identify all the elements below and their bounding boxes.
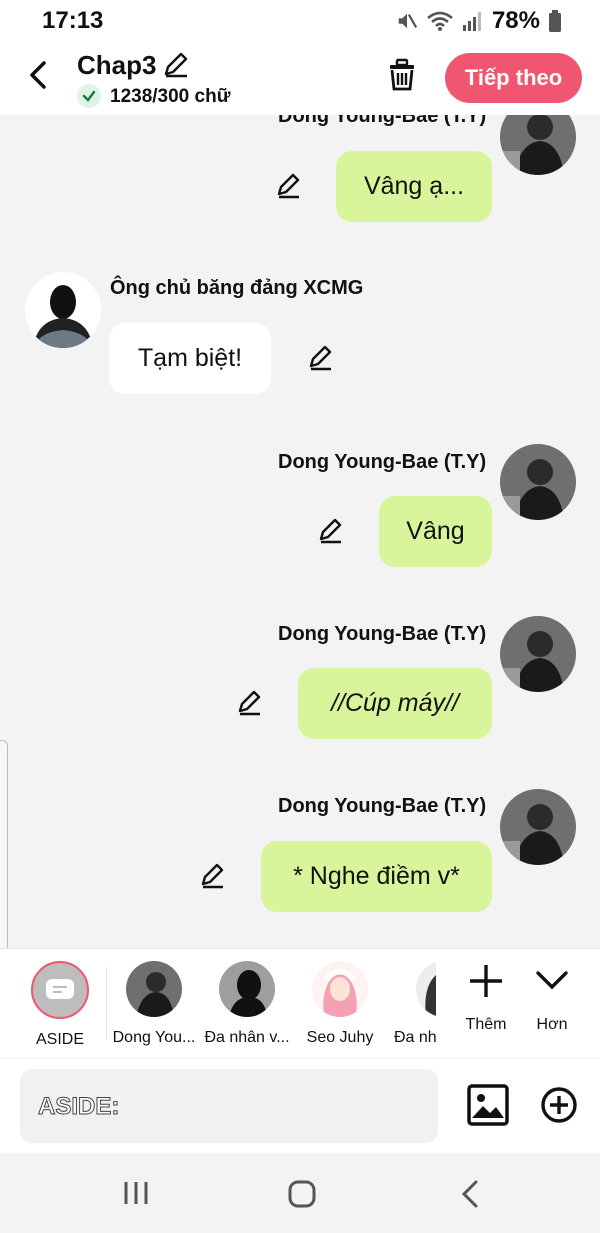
character-label: Dong You... xyxy=(112,1029,196,1046)
back-nav-icon[interactable] xyxy=(458,1179,482,1209)
top-app-bar: Chap3 1238/300 chữ Tiếp theo xyxy=(0,40,600,115)
add-character-button[interactable]: Thêm xyxy=(456,961,516,1034)
character-partial[interactable]: Đa nh xyxy=(388,961,436,1047)
add-label: Thêm xyxy=(465,1016,507,1033)
edit-title-icon[interactable] xyxy=(160,50,190,80)
status-time: 17:13 xyxy=(42,7,104,34)
add-circle-icon[interactable] xyxy=(540,1086,578,1124)
avatar[interactable] xyxy=(500,789,576,865)
wifi-icon xyxy=(427,11,453,31)
avatar[interactable] xyxy=(500,616,576,692)
edit-message-icon[interactable] xyxy=(306,344,334,372)
more-button[interactable]: Hơn xyxy=(522,961,582,1034)
image-icon[interactable] xyxy=(467,1084,509,1126)
side-scroll-handle[interactable] xyxy=(0,740,8,972)
back-arrow-icon[interactable] xyxy=(24,58,54,92)
battery-icon xyxy=(549,10,561,32)
composer: ASIDE: xyxy=(0,1058,600,1153)
next-button[interactable]: Tiếp theo xyxy=(445,53,582,103)
character-label: ASIDE xyxy=(35,1031,84,1048)
message-bubble[interactable]: Vâng xyxy=(379,496,492,567)
message-bubble[interactable]: Vâng ạ... xyxy=(336,151,492,222)
edit-message-icon[interactable] xyxy=(316,517,344,545)
signal-icon xyxy=(462,12,481,31)
system-nav-bar xyxy=(0,1153,600,1233)
avatar[interactable] xyxy=(25,272,101,348)
message-sender: Dong Young-Bae (T.Y) xyxy=(278,451,487,473)
edit-message-icon[interactable] xyxy=(198,862,226,890)
character-label: Đa nhân v... xyxy=(204,1029,290,1046)
message-sender: Dong Young-Bae (T.Y) xyxy=(278,115,487,127)
chat-thread[interactable]: Dong Young-Bae (T.Y) Vâng ạ... Ông chủ b… xyxy=(0,115,600,948)
plus-icon xyxy=(470,965,502,997)
edit-message-icon[interactable] xyxy=(274,172,302,200)
avatar xyxy=(416,961,436,1017)
message-sender: Dong Young-Bae (T.Y) xyxy=(278,795,487,817)
aside-avatar xyxy=(31,961,89,1019)
message-input[interactable]: ASIDE: xyxy=(20,1069,438,1143)
home-icon[interactable] xyxy=(287,1179,317,1209)
character-seo-juhy[interactable]: Seo Juhy xyxy=(295,961,385,1047)
message-bubble[interactable]: * Nghe điềm v* xyxy=(261,841,492,912)
status-bar: 17:13 78% xyxy=(0,0,600,40)
divider xyxy=(106,967,107,1039)
word-count: 1238/300 chữ xyxy=(110,86,231,107)
message-sender: Ông chủ băng đảng XCMG xyxy=(110,277,364,299)
character-label: Đa nh xyxy=(394,1029,436,1046)
message-bubble[interactable]: //Cúp máy// xyxy=(298,668,492,739)
recent-apps-icon[interactable] xyxy=(122,1179,150,1207)
avatar xyxy=(126,961,182,1017)
character-picker: ASIDE Dong You... Đa nhân v... Seo Juhy … xyxy=(0,948,600,1058)
message-sender: Dong Young-Bae (T.Y) xyxy=(278,623,487,645)
more-label: Hơn xyxy=(536,1016,568,1033)
avatar[interactable] xyxy=(500,115,576,175)
character-da-nhan-vat[interactable]: Đa nhân v... xyxy=(202,961,292,1047)
chapter-title[interactable]: Chap3 xyxy=(77,50,156,81)
avatar xyxy=(312,961,368,1017)
character-dong-young-bae[interactable]: Dong You... xyxy=(109,961,199,1047)
trash-icon[interactable] xyxy=(386,58,418,92)
check-icon xyxy=(77,84,101,108)
input-placeholder: ASIDE: xyxy=(37,1093,120,1121)
avatar xyxy=(219,961,275,1017)
battery-percent: 78% xyxy=(491,7,540,34)
mute-icon xyxy=(398,13,418,29)
avatar[interactable] xyxy=(500,444,576,520)
character-aside[interactable]: ASIDE xyxy=(15,961,105,1049)
edit-message-icon[interactable] xyxy=(235,689,263,717)
character-label: Seo Juhy xyxy=(306,1029,374,1046)
message-bubble[interactable]: Tạm biệt! xyxy=(109,323,271,394)
chevron-down-icon xyxy=(536,971,568,990)
